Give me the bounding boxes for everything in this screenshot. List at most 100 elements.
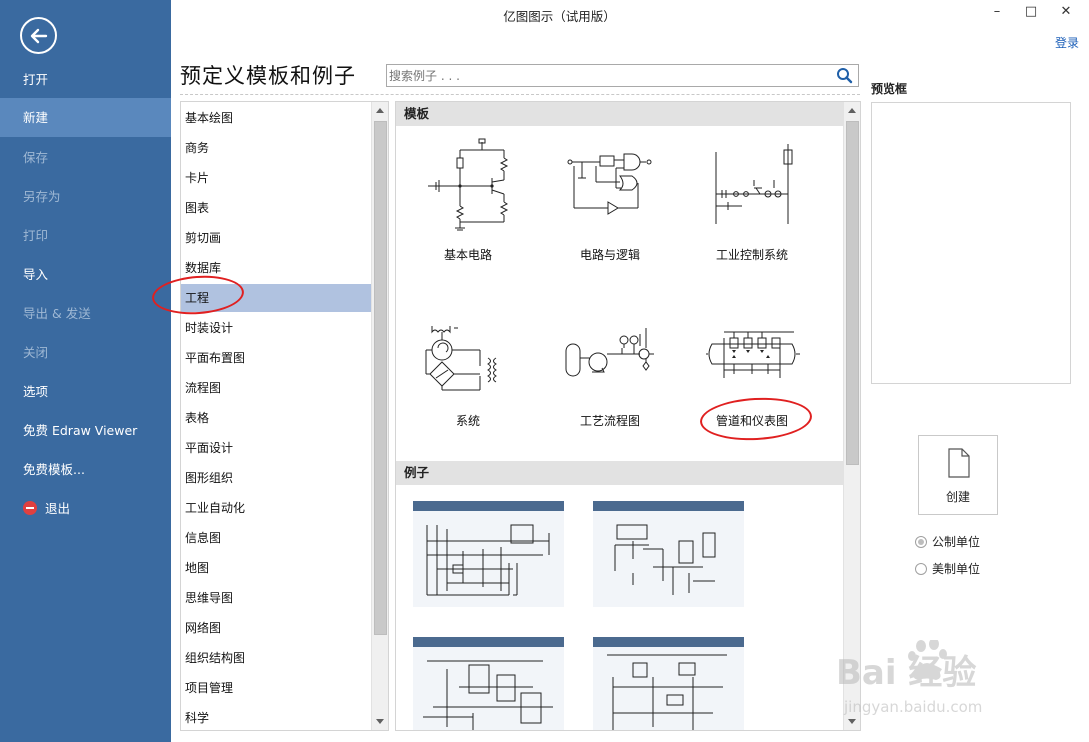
sidebar-item-open[interactable]: 打开 <box>0 60 171 99</box>
us-units-label: 美制单位 <box>932 562 981 576</box>
sidebar-item-exit-label: 退出 <box>45 501 71 516</box>
search-input[interactable] <box>389 66 829 85</box>
category-item[interactable]: 地图 <box>181 554 371 582</box>
category-list: 基本绘图 商务 卡片 图表 剪切画 数据库 工程 时装设计 平面布置图 流程图 … <box>180 101 389 731</box>
category-item[interactable]: 数据库 <box>181 254 371 282</box>
category-item[interactable]: 剪切画 <box>181 224 371 252</box>
sidebar-item-export-send[interactable]: 导出 & 发送 <box>0 294 171 333</box>
template-label: 电路与逻辑 <box>579 248 640 262</box>
page-title: 预定义模板和例子 <box>180 64 356 88</box>
window-title: 亿图图示（试用版） <box>503 9 616 24</box>
example-header-bar <box>413 637 564 647</box>
baidu-jingyan-watermark: Bai 经验 jingyan.baidu.com <box>836 640 1086 720</box>
watermark-url: jingyan.baidu.com <box>843 698 982 716</box>
category-item[interactable]: 工业自动化 <box>181 494 371 522</box>
template-label: 工艺流程图 <box>579 414 640 428</box>
scroll-down-arrow-icon[interactable] <box>372 713 388 730</box>
circuit-logic-thumbnail <box>567 153 652 215</box>
example-header-bar <box>593 637 744 647</box>
template-label: 管道和仪表图 <box>715 414 788 428</box>
example-thumbnail[interactable] <box>593 501 744 607</box>
close-window-button[interactable]: ✕ <box>1051 2 1081 22</box>
category-item[interactable]: 平面设计 <box>181 434 371 462</box>
scroll-down-arrow-icon[interactable] <box>844 713 860 730</box>
exit-icon <box>23 501 37 515</box>
example-circuit-drawing <box>607 654 727 730</box>
template-system[interactable]: 系统 <box>398 318 538 468</box>
create-label: 创建 <box>945 490 970 504</box>
template-gallery: 模板 基本电路 电路与逻辑 工业控制系统 系统 工艺流程图 管道和仪表图 例子 <box>395 101 861 731</box>
basic-circuit-thumbnail <box>428 138 509 231</box>
category-scrollbar[interactable] <box>371 102 388 730</box>
sidebar-item-import[interactable]: 导入 <box>0 255 171 294</box>
gallery-scrollbar[interactable] <box>843 102 860 730</box>
sidebar-item-new[interactable]: 新建 <box>0 98 171 137</box>
template-label: 系统 <box>455 414 480 428</box>
template-basic-circuit[interactable]: 基本电路 <box>398 136 538 286</box>
example-thumbnail[interactable] <box>413 637 564 730</box>
category-item[interactable]: 流程图 <box>181 374 371 402</box>
category-item[interactable]: 科学 <box>181 704 371 730</box>
template-circuit-logic[interactable]: 电路与逻辑 <box>540 136 680 286</box>
scroll-thumb[interactable] <box>846 121 859 465</box>
template-industrial-control[interactable]: 工业控制系统 <box>682 136 822 286</box>
template-label: 基本电路 <box>443 248 492 262</box>
example-circuit-drawing <box>614 524 716 595</box>
process-flow-thumbnail <box>565 328 654 377</box>
example-circuit-drawing <box>426 524 550 596</box>
edraw-backstage-window: 打开 新建 保存 另存为 打印 导入 导出 & 发送 关闭 选项 免费 Edra… <box>0 0 1089 742</box>
category-item[interactable]: 基本绘图 <box>181 104 371 132</box>
search-icon[interactable] <box>836 67 853 84</box>
category-item[interactable]: 卡片 <box>181 164 371 192</box>
examples-section-header: 例子 <box>396 461 844 485</box>
divider <box>180 94 860 95</box>
category-item[interactable]: 时装设计 <box>181 314 371 342</box>
piping-instrument-thumbnail <box>706 331 800 378</box>
sidebar-item-save-as[interactable]: 另存为 <box>0 177 171 216</box>
baidu-watermark-logo: Bai 经验 jingyan.baidu.com <box>836 640 982 716</box>
sidebar-item-exit[interactable]: 退出 <box>0 489 171 528</box>
example-thumbnail[interactable] <box>413 501 564 607</box>
example-circuit-drawing <box>423 660 553 730</box>
minimize-button[interactable]: – <box>982 2 1012 22</box>
maximize-button[interactable]: □ <box>1016 2 1046 22</box>
category-item-selected[interactable]: 工程 <box>181 284 371 312</box>
sidebar-item-close[interactable]: 关闭 <box>0 333 171 372</box>
scroll-thumb[interactable] <box>374 121 387 635</box>
preview-label: 预览框 <box>871 82 908 96</box>
category-item[interactable]: 平面布置图 <box>181 344 371 372</box>
create-button[interactable]: 创建 <box>918 435 998 515</box>
category-item[interactable]: 表格 <box>181 404 371 432</box>
template-label: 工业控制系统 <box>715 248 788 262</box>
example-header-bar <box>413 501 564 511</box>
category-item[interactable]: 项目管理 <box>181 674 371 702</box>
radio-checked-icon[interactable] <box>915 535 927 548</box>
category-item[interactable]: 信息图 <box>181 524 371 552</box>
category-item[interactable]: 图表 <box>181 194 371 222</box>
metric-units-option[interactable]: 公制单位 <box>915 533 980 551</box>
example-header-bar <box>593 501 744 511</box>
category-item[interactable]: 网络图 <box>181 614 371 642</box>
us-units-option[interactable]: 美制单位 <box>915 560 980 578</box>
sidebar-item-free-templates[interactable]: 免费模板... <box>0 450 171 489</box>
login-link[interactable]: 登录 <box>1055 34 1079 51</box>
scroll-up-arrow-icon[interactable] <box>844 102 860 119</box>
example-thumbnail[interactable] <box>593 637 744 730</box>
back-arrow-icon <box>30 28 48 44</box>
sidebar-item-print[interactable]: 打印 <box>0 216 171 255</box>
sidebar-item-edraw-viewer[interactable]: 免费 Edraw Viewer <box>0 411 171 450</box>
backstage-sidebar: 打开 新建 保存 另存为 打印 导入 导出 & 发送 关闭 选项 免费 Edra… <box>0 0 171 742</box>
template-process-flow[interactable]: 工艺流程图 <box>540 318 680 468</box>
preview-box <box>871 102 1071 384</box>
industrial-control-thumbnail <box>715 144 793 224</box>
template-piping-instrument[interactable]: 管道和仪表图 <box>682 318 822 468</box>
sidebar-item-options[interactable]: 选项 <box>0 372 171 411</box>
category-item[interactable]: 组织结构图 <box>181 644 371 672</box>
new-document-icon <box>948 448 970 478</box>
sidebar-item-save[interactable]: 保存 <box>0 138 171 177</box>
scroll-up-arrow-icon[interactable] <box>372 102 388 119</box>
radio-unchecked-icon[interactable] <box>915 562 927 575</box>
category-item[interactable]: 思维导图 <box>181 584 371 612</box>
category-item[interactable]: 图形组织 <box>181 464 371 492</box>
category-item[interactable]: 商务 <box>181 134 371 162</box>
